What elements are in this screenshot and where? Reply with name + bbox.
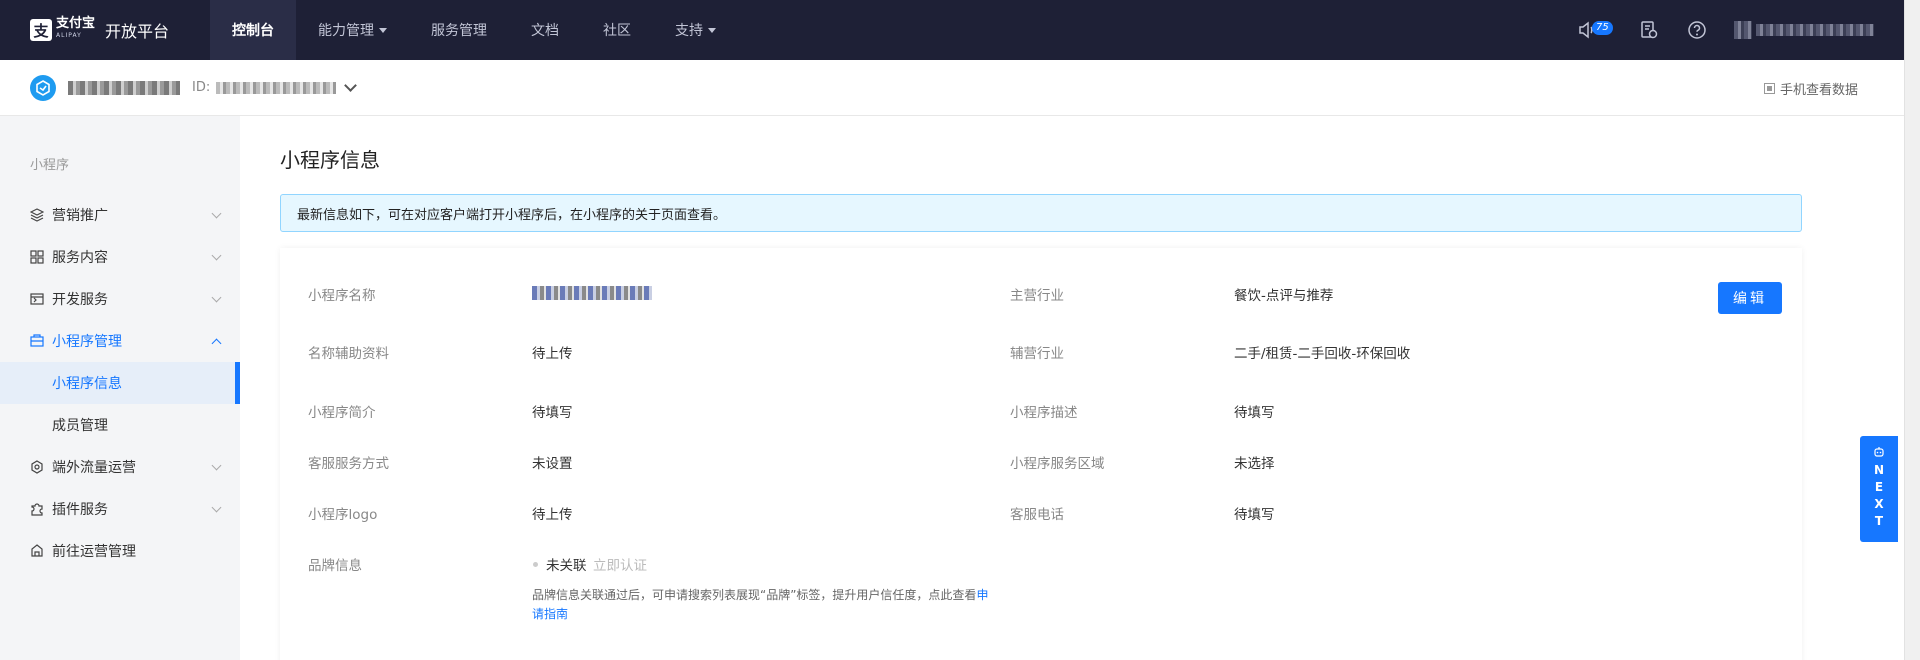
- sidebar-item-dev-service[interactable]: 开发服务: [0, 278, 240, 320]
- status-dot-icon: [533, 562, 538, 567]
- field-label-app-intro: 小程序简介: [308, 405, 376, 421]
- app-manage-icon: [30, 334, 44, 348]
- app-name-redacted: [68, 80, 180, 95]
- field-value-cs-phone: 待填写: [1234, 507, 1275, 523]
- qrcode-icon: [1763, 82, 1775, 94]
- document-clock-icon: [1641, 21, 1658, 39]
- phone-data-link[interactable]: 手机查看数据: [1763, 60, 1858, 116]
- chevron-down-icon: [211, 250, 222, 261]
- nav-item-support[interactable]: 支持: [653, 0, 738, 60]
- brand[interactable]: 支 支付宝 ALIPAY 开放平台: [0, 0, 210, 60]
- question-circle-icon: [1688, 21, 1706, 39]
- nav-item-docs[interactable]: 文档: [509, 0, 581, 60]
- plugin-icon: [30, 502, 44, 516]
- field-value-brand: 未关联: [546, 558, 587, 574]
- nav-item-console[interactable]: 控制台: [210, 0, 296, 60]
- info-notice: 最新信息如下，可在对应客户端打开小程序后，在小程序的关于页面查看。: [280, 194, 1802, 232]
- chevron-down-icon: [211, 292, 222, 303]
- sidebar-subitem-members[interactable]: 成员管理: [0, 404, 240, 446]
- sidebar-item-plugin[interactable]: 插件服务: [0, 488, 240, 530]
- user-account[interactable]: [1734, 21, 1874, 39]
- app-switch-chevron-icon[interactable]: [344, 78, 358, 92]
- sidebar-item-marketing[interactable]: 营销推广: [0, 194, 240, 236]
- help-button[interactable]: [1686, 19, 1708, 41]
- nav-item-service[interactable]: 服务管理: [409, 0, 509, 60]
- brand-helper-text: 品牌信息关联通过后，可申请搜索列表展现“品牌”标签，提升用户信任度，点此查看申请…: [532, 588, 989, 621]
- app-logo-icon: [30, 74, 56, 101]
- chevron-down-icon: [211, 502, 222, 513]
- field-value-cs-method: 未设置: [532, 456, 573, 472]
- field-label-service-area: 小程序服务区域: [1010, 456, 1105, 472]
- field-value-app-intro: 待填写: [532, 405, 573, 421]
- app-id-label: ID:: [192, 80, 211, 95]
- avatar: [1734, 21, 1752, 39]
- brand-name: 支付宝: [56, 16, 96, 31]
- sidebar-item-app-manage[interactable]: 小程序管理: [0, 320, 240, 362]
- chevron-up-icon: [211, 338, 222, 349]
- main-nav: 控制台 能力管理 服务管理 文档 社区 支持: [210, 0, 738, 60]
- sidebar: 小程序 营销推广 服务内容 开发服务 小程序管理 小程序信息 成员管理 端外流量…: [0, 116, 240, 660]
- order-button[interactable]: [1638, 19, 1660, 41]
- sidebar-subitem-app-info[interactable]: 小程序信息: [0, 362, 240, 404]
- sidebar-item-service-content[interactable]: 服务内容: [0, 236, 240, 278]
- page-scrollbar[interactable]: [1904, 0, 1920, 660]
- grid-icon: [30, 250, 44, 264]
- nav-item-capability[interactable]: 能力管理: [296, 0, 409, 60]
- notification-badge: 75: [1592, 21, 1613, 35]
- field-value-app-name-redacted: [532, 286, 652, 300]
- alipay-logo-icon: 支: [30, 19, 52, 41]
- traffic-icon: [30, 460, 44, 474]
- layers-icon: [30, 208, 44, 222]
- sidebar-item-traffic[interactable]: 端外流量运营: [0, 446, 240, 488]
- nav-item-community[interactable]: 社区: [581, 0, 653, 60]
- brand-sub: ALIPAY: [56, 32, 82, 39]
- field-label-logo: 小程序logo: [308, 507, 378, 523]
- top-navbar: 支 支付宝 ALIPAY 开放平台 控制台 能力管理 服务管理 文档 社区 支持…: [0, 0, 1904, 60]
- field-label-cs-method: 客服服务方式: [308, 456, 389, 472]
- sidebar-group-title: 小程序: [30, 158, 70, 173]
- field-value-service-area: 未选择: [1234, 456, 1275, 472]
- field-value-sub-industry: 二手/租赁-二手回收-环保回收: [1234, 346, 1411, 362]
- field-label-name-docs: 名称辅助资料: [308, 346, 389, 362]
- sidebar-item-operation[interactable]: 前往运营管理: [0, 530, 240, 572]
- app-info-card: 小程序名称 名称辅助资料 待上传 小程序简介 待填写 客服服务方式 未设置 小程…: [280, 248, 1802, 660]
- main-content: 小程序信息 最新信息如下，可在对应客户端打开小程序后，在小程序的关于页面查看。 …: [240, 116, 1904, 660]
- edit-button[interactable]: 编辑: [1718, 282, 1782, 314]
- top-right-actions: 75: [1576, 0, 1874, 60]
- field-label-cs-phone: 客服电话: [1010, 507, 1064, 523]
- page-title: 小程序信息: [280, 148, 380, 172]
- app-id-redacted: [216, 81, 337, 94]
- next-floating-tab[interactable]: N E X T: [1860, 436, 1898, 542]
- notification-button[interactable]: 75: [1576, 19, 1613, 41]
- field-label-app-name: 小程序名称: [308, 288, 376, 304]
- field-label-sub-industry: 辅营行业: [1010, 346, 1064, 362]
- field-label-app-desc: 小程序描述: [1010, 405, 1078, 421]
- brand-verify-link[interactable]: 立即认证: [593, 554, 647, 574]
- operation-icon: [30, 544, 44, 558]
- code-icon: [30, 292, 44, 306]
- field-value-name-docs: 待上传: [532, 346, 573, 362]
- caret-down-icon: [379, 27, 387, 33]
- field-label-brand: 品牌信息: [308, 558, 362, 574]
- field-label-main-industry: 主营行业: [1010, 288, 1064, 304]
- field-value-logo: 待上传: [532, 507, 573, 523]
- user-name-redacted: [1756, 24, 1874, 36]
- caret-down-icon: [708, 27, 716, 33]
- robot-icon: [1874, 447, 1884, 457]
- app-header: ID: 手机查看数据: [0, 60, 1904, 116]
- platform-name: 开放平台: [105, 22, 170, 41]
- chevron-down-icon: [211, 208, 222, 219]
- field-value-main-industry: 餐饮-点评与推荐: [1234, 288, 1334, 304]
- chevron-down-icon: [211, 460, 222, 471]
- field-value-app-desc: 待填写: [1234, 405, 1275, 421]
